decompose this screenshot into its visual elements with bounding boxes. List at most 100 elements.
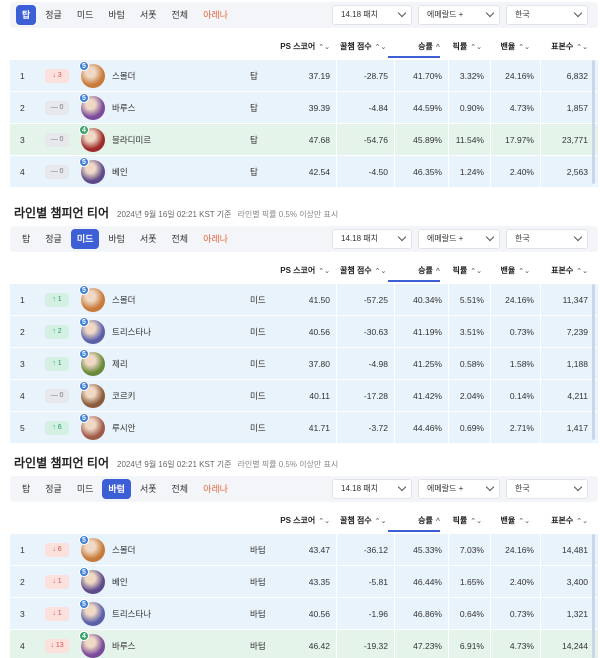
region-dropdown[interactable]: 한국 bbox=[506, 229, 588, 249]
tab-lane[interactable]: 아레나 bbox=[197, 229, 234, 249]
tier-badge: 5 bbox=[79, 317, 89, 327]
table-row[interactable]: 2 — 0 5 바루스 탑 39.39 -4.84 44.59% 0.90% 4.73% 1,857 bbox=[10, 92, 598, 124]
scrollbar[interactable] bbox=[592, 284, 595, 440]
table-row[interactable]: 4 — 0 5 코르키 미드 40.11 -17.28 41.42% 2.04% 0.14% 4,2… bbox=[10, 380, 598, 412]
champion-name[interactable]: 트리스타나 bbox=[112, 598, 151, 630]
rank-number: 2 bbox=[20, 327, 25, 337]
column-header[interactable]: 승률 ^ bbox=[388, 36, 440, 58]
column-divider bbox=[448, 284, 449, 316]
champion-name[interactable]: 베인 bbox=[112, 156, 128, 188]
tab-lane[interactable]: 미드 bbox=[70, 229, 100, 249]
tab-lane[interactable]: 정글 bbox=[39, 229, 68, 249]
rank-dropdown[interactable]: 에메랄드 + bbox=[418, 5, 500, 25]
table-row[interactable]: 2 ↑ 2 5 트리스타나 미드 40.56 -30.63 41.19% 3.51% 0.73% 7… bbox=[10, 316, 598, 348]
column-divider bbox=[394, 412, 395, 444]
tier-badge: 5 bbox=[79, 413, 89, 423]
champion-name[interactable]: 블라디미르 bbox=[112, 124, 151, 156]
column-divider bbox=[394, 124, 395, 156]
champion-name[interactable]: 스몰더 bbox=[112, 60, 135, 92]
tab-lane[interactable]: 서폿 bbox=[134, 479, 163, 499]
champion-name[interactable]: 루시안 bbox=[112, 412, 135, 444]
rank-number: 3 bbox=[20, 135, 25, 145]
column-header[interactable]: 밴율 ⌃⌄ bbox=[488, 510, 530, 532]
table-row[interactable]: 3 ↑ 1 5 제리 미드 37.80 -4.98 41.25% 0.58% 1.58% 1,188 bbox=[10, 348, 598, 380]
table-row[interactable]: 3 ↓ 1 5 트리스타나 바텀 40.56 -1.96 46.86% 0.64% 0.73% 1,… bbox=[10, 598, 598, 630]
stat-win: 45.89% bbox=[413, 135, 442, 145]
column-divider bbox=[394, 534, 395, 566]
champion-name[interactable]: 스몰더 bbox=[112, 534, 135, 566]
tab-lane[interactable]: 서폿 bbox=[134, 229, 163, 249]
tab-lane[interactable]: 전체 bbox=[166, 479, 195, 499]
tab-lane[interactable]: 바텀 bbox=[102, 5, 131, 25]
column-header[interactable]: 표본수 ⌃⌄ bbox=[534, 510, 588, 532]
table-row[interactable]: 4 ↓ 13 4 바루스 바텀 46.42 -19.32 47.23% 6.91% 4.73% 14… bbox=[10, 630, 598, 658]
column-header[interactable]: PS 스코어 ⌃⌄ bbox=[280, 260, 330, 282]
patch-value: 14.18 패치 bbox=[341, 234, 378, 243]
column-header[interactable]: 표본수 ⌃⌄ bbox=[534, 36, 588, 58]
patch-dropdown[interactable]: 14.18 패치 bbox=[332, 229, 412, 249]
column-header[interactable]: PS 스코어 ⌃⌄ bbox=[280, 510, 330, 532]
champion-name[interactable]: 제리 bbox=[112, 348, 128, 380]
table-row[interactable]: 3 — 0 4 블라디미르 탑 47.68 -54.76 45.89% 11.54% 17.97%… bbox=[10, 124, 598, 156]
table-row[interactable]: 1 ↑ 1 5 스몰더 미드 41.50 -57.25 40.34% 5.51% 24.16% 11… bbox=[10, 284, 598, 316]
filter-note: 라인별 픽률 0.5% 이상만 표시 bbox=[237, 460, 339, 469]
region-dropdown[interactable]: 한국 bbox=[506, 5, 588, 25]
column-header[interactable]: 승률 ^ bbox=[388, 510, 440, 532]
champion-name[interactable]: 바루스 bbox=[112, 630, 135, 658]
table-row[interactable]: 5 ↑ 6 5 루시안 미드 41.71 -3.72 44.46% 0.69% 2.71% 1,41… bbox=[10, 412, 598, 444]
champion-name[interactable]: 바루스 bbox=[112, 92, 135, 124]
column-header[interactable]: 꿀챔 점수 ⌃⌄ bbox=[340, 260, 386, 282]
tab-lane[interactable]: 탑 bbox=[16, 479, 36, 499]
rank-dropdown[interactable]: 에메랄드 + bbox=[418, 479, 500, 499]
column-header[interactable]: PS 스코어 ⌃⌄ bbox=[280, 36, 330, 58]
column-header[interactable]: 밴율 ⌃⌄ bbox=[488, 260, 530, 282]
column-header[interactable]: 픽률 ⌃⌄ bbox=[446, 510, 482, 532]
tab-lane[interactable]: 서폿 bbox=[134, 5, 163, 25]
table-row[interactable]: 2 ↓ 1 5 베인 바텀 43.35 -5.81 46.44% 1.65% 2.40% 3,400 bbox=[10, 566, 598, 598]
table-row[interactable]: 1 ↓ 3 5 스몰더 탑 37.19 -28.75 41.70% 3.32% 24.16% 6,8… bbox=[10, 60, 598, 92]
column-header[interactable]: 픽률 ⌃⌄ bbox=[446, 36, 482, 58]
tab-lane[interactable]: 바텀 bbox=[102, 479, 131, 499]
column-divider bbox=[448, 534, 449, 566]
column-divider bbox=[394, 92, 395, 124]
rank-number: 1 bbox=[20, 71, 25, 81]
tab-lane[interactable]: 탑 bbox=[16, 229, 36, 249]
tab-lane[interactable]: 아레나 bbox=[197, 5, 234, 25]
patch-dropdown[interactable]: 14.18 패치 bbox=[332, 5, 412, 25]
tab-lane[interactable]: 미드 bbox=[71, 5, 100, 25]
tab-lane[interactable]: 정글 bbox=[39, 479, 68, 499]
region-dropdown[interactable]: 한국 bbox=[506, 479, 588, 499]
column-divider bbox=[448, 412, 449, 444]
tab-lane[interactable]: 전체 bbox=[166, 5, 195, 25]
rank-dropdown[interactable]: 에메랄드 + bbox=[418, 229, 500, 249]
chevron-down-icon bbox=[485, 482, 495, 492]
tab-lane[interactable]: 바텀 bbox=[102, 229, 131, 249]
tab-lane[interactable]: 아레나 bbox=[197, 479, 234, 499]
column-header[interactable]: 승률 ^ bbox=[388, 260, 440, 282]
lane-label: 탑 bbox=[250, 71, 258, 81]
column-header[interactable]: 꿀챔 점수 ⌃⌄ bbox=[340, 510, 386, 532]
column-header[interactable]: 꿀챔 점수 ⌃⌄ bbox=[340, 36, 386, 58]
tab-lane[interactable]: 전체 bbox=[166, 229, 195, 249]
table-row[interactable]: 1 ↓ 6 5 스몰더 바텀 43.47 -36.12 45.33% 7.03% 24.16% 14… bbox=[10, 534, 598, 566]
scrollbar[interactable] bbox=[592, 534, 595, 658]
column-label: 표본수 bbox=[551, 516, 574, 525]
column-header[interactable]: 밴율 ⌃⌄ bbox=[488, 36, 530, 58]
tab-lane[interactable]: 미드 bbox=[71, 479, 100, 499]
filter-note: 라인별 픽률 0.5% 이상만 표시 bbox=[237, 210, 339, 219]
stat-win: 46.44% bbox=[413, 577, 442, 587]
table-row[interactable]: 4 — 0 5 베인 탑 42.54 -4.50 46.35% 1.24% 2.40% 2,563 bbox=[10, 156, 598, 188]
stat-ban: 4.73% bbox=[509, 103, 534, 113]
champion-name[interactable]: 코르키 bbox=[112, 380, 135, 412]
tab-lane[interactable]: 탑 bbox=[16, 5, 37, 25]
patch-dropdown[interactable]: 14.18 패치 bbox=[332, 479, 412, 499]
column-header[interactable]: 표본수 ⌃⌄ bbox=[534, 260, 588, 282]
champion-name[interactable]: 트리스타나 bbox=[112, 316, 151, 348]
lane-label: 바텀 bbox=[250, 545, 266, 555]
column-divider bbox=[540, 348, 541, 380]
column-header[interactable]: 픽률 ⌃⌄ bbox=[446, 260, 482, 282]
tab-lane[interactable]: 정글 bbox=[39, 5, 68, 25]
scrollbar[interactable] bbox=[592, 60, 595, 184]
champion-name[interactable]: 스몰더 bbox=[112, 284, 135, 316]
champion-name[interactable]: 베인 bbox=[112, 566, 128, 598]
